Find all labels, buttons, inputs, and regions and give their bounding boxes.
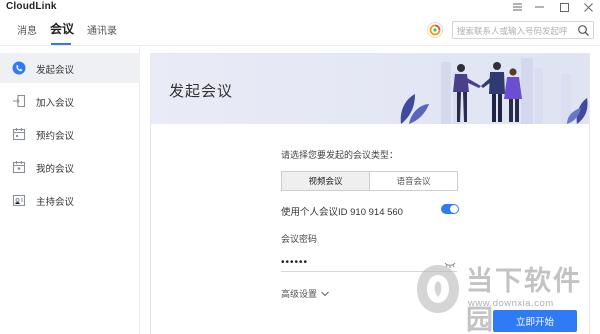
sidebar-item-start-meeting[interactable]: 发起会议 [0,53,140,83]
tab-messages[interactable]: 消息 [17,22,37,37]
search-input[interactable] [457,24,572,37]
app-title: CloudLink [6,1,57,12]
minimize-icon[interactable] [532,1,546,13]
sidebar-item-label: 我的会议 [36,164,75,175]
chevron-down-icon [321,291,329,296]
active-tab-indicator [51,43,71,45]
sidebar-item-schedule-meeting[interactable]: 预约会议 [0,119,140,149]
password-label: 会议密码 [281,234,318,244]
hide-password-icon[interactable] [444,257,456,268]
schedule-meeting-icon [12,127,26,141]
toggle-knob [450,205,458,213]
app-window: CloudLink 消息 会议 通讯录 搜索联系人或输入号码发起呼 发起会议 加… [0,0,600,334]
start-now-button[interactable]: 立即开始 [493,310,577,332]
hamburger-icon[interactable] [510,1,524,13]
title-bar: CloudLink [0,0,600,14]
sidebar: 发起会议 加入会议 预约会议 我的会议 主持会议 [0,47,140,334]
search-box [452,21,594,39]
sidebar-item-label: 主持会议 [36,197,75,208]
audio-meeting-option[interactable]: 语音会议 [370,172,457,190]
my-meetings-icon [12,160,26,174]
password-input[interactable] [281,255,431,269]
sidebar-item-label: 加入会议 [36,98,75,109]
avatar-icon[interactable] [427,22,443,38]
close-icon[interactable] [581,1,595,13]
maximize-icon[interactable] [557,1,571,13]
tab-contacts[interactable]: 通讯录 [87,22,117,37]
business-people-illustration [400,58,588,124]
advanced-settings-label: 高级设置 [281,289,318,299]
top-nav: 消息 会议 通讯录 [0,14,600,46]
host-meeting-icon [12,193,26,207]
page-title: 发起会议 [169,83,234,100]
join-meeting-icon [12,94,26,108]
sidebar-item-host-meeting[interactable]: 主持会议 [0,185,140,215]
main-panel: 发起会议 请选择您要发起的会议类型： 视频会议 语音会议 使用个人会议ID 91… [150,53,590,334]
meeting-type-selector: 视频会议 语音会议 [281,171,458,191]
search-icon[interactable] [577,24,590,37]
sidebar-item-my-meetings[interactable]: 我的会议 [0,152,140,182]
tab-meetings[interactable]: 会议 [50,20,74,37]
sidebar-item-label: 发起会议 [36,65,75,76]
advanced-settings-toggle[interactable]: 高级设置 [281,287,329,300]
start-meeting-icon [12,61,26,75]
sidebar-item-label: 预约会议 [36,131,75,142]
password-field [281,252,457,272]
banner: 发起会议 [151,54,589,124]
personal-meeting-id-label: 使用个人会议ID 910 914 560 [281,207,403,218]
video-meeting-option[interactable]: 视频会议 [282,172,370,190]
personal-meeting-id-toggle[interactable] [441,204,459,214]
sidebar-item-join-meeting[interactable]: 加入会议 [0,86,140,116]
meeting-type-prompt: 请选择您要发起的会议类型： [281,150,399,160]
